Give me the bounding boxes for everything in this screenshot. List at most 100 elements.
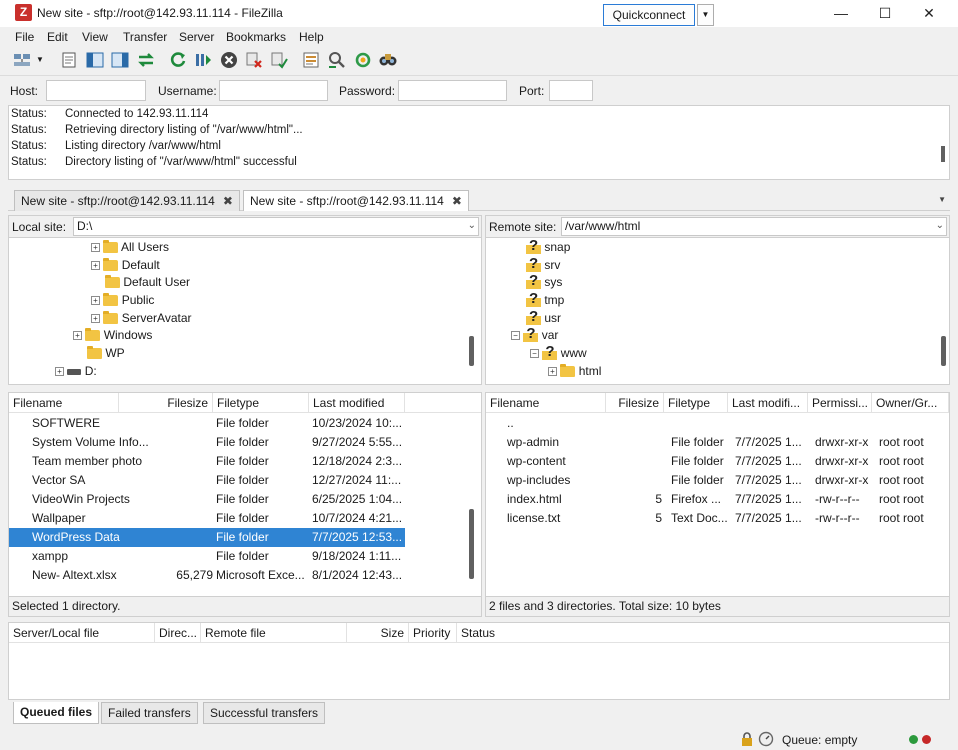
tabs-dropdown-icon[interactable]: ▼ bbox=[938, 195, 946, 204]
remote-file-row[interactable]: wp-includes File folder 7/7/2025 1... drwxr… bbox=[486, 471, 949, 490]
col-filesize[interactable]: Filesize bbox=[606, 393, 664, 413]
local-tree-item[interactable]: + D: bbox=[55, 363, 97, 380]
port-input[interactable] bbox=[549, 80, 593, 101]
col-status[interactable]: Status bbox=[457, 623, 557, 643]
col-filename[interactable]: Filename bbox=[9, 393, 119, 413]
local-file-row[interactable]: XNew- Altext.xlsx65,279Microsoft Exce...… bbox=[9, 566, 405, 585]
remote-file-row[interactable]: wp-admin File folder 7/7/2025 1... drwxr-xr… bbox=[486, 433, 949, 452]
speed-limit-icon[interactable] bbox=[758, 731, 774, 747]
col-last-modified[interactable]: Last modifi... bbox=[728, 393, 808, 413]
username-input[interactable] bbox=[219, 80, 328, 101]
col-filetype[interactable]: Filetype bbox=[664, 393, 728, 413]
col-remote-file[interactable]: Remote file bbox=[201, 623, 347, 643]
tab-connection-2[interactable]: New site - sftp://root@142.93.11.114 ✖ bbox=[243, 190, 469, 211]
local-list-scrollbar[interactable] bbox=[469, 509, 474, 579]
minimize-button[interactable]: — bbox=[818, 0, 864, 27]
remote-file-row[interactable]: wp-content File folder 7/7/2025 1... drwxr-… bbox=[486, 452, 949, 471]
local-file-row[interactable]: SOFTWERE File folder 10/23/2024 10:... bbox=[9, 414, 405, 433]
remote-path-input[interactable]: /var/www/html bbox=[561, 217, 947, 236]
maximize-button[interactable]: ☐ bbox=[862, 0, 908, 27]
menu-edit[interactable]: Edit bbox=[47, 30, 68, 44]
tab-connection-1[interactable]: New site - sftp://root@142.93.11.114 ✖ bbox=[14, 190, 240, 211]
menu-file[interactable]: File bbox=[15, 30, 34, 44]
remote-tree-item[interactable]: − ? www bbox=[530, 343, 587, 362]
col-filename[interactable]: Filename bbox=[486, 393, 606, 413]
tab-successful-transfers[interactable]: Successful transfers bbox=[203, 702, 326, 724]
remote-tree-item[interactable]: ? snap bbox=[526, 237, 570, 256]
quickconnect-history-dropdown[interactable]: ▼ bbox=[697, 4, 714, 26]
local-tree-item[interactable]: WP bbox=[87, 345, 125, 362]
local-file-row[interactable]: Vector SA File folder 12/27/2024 11:... bbox=[9, 471, 405, 490]
local-file-row[interactable]: VideoWin Projects File folder 6/25/2025 1:… bbox=[9, 490, 405, 509]
filter-icon[interactable] bbox=[301, 50, 321, 70]
tab-close-icon[interactable]: ✖ bbox=[223, 191, 233, 211]
dropdown-arrow-icon[interactable]: ▼ bbox=[36, 50, 46, 70]
menu-bookmarks[interactable]: Bookmarks bbox=[226, 30, 286, 44]
col-filetype[interactable]: Filetype bbox=[213, 393, 309, 413]
local-tree-scrollbar[interactable] bbox=[469, 336, 474, 366]
close-button[interactable]: ✕ bbox=[906, 0, 952, 27]
local-file-row[interactable]: System Volume Info... File folder 9/27/202… bbox=[9, 433, 405, 452]
local-tree-icon[interactable] bbox=[85, 50, 105, 70]
local-tree-item[interactable]: + All Users bbox=[91, 239, 169, 256]
remote-file-row[interactable]: index.html 5 Firefox ... 7/7/2025 1... -rw-r… bbox=[486, 490, 949, 509]
col-server-local-file[interactable]: Server/Local file bbox=[9, 623, 155, 643]
sync-browse-icon[interactable] bbox=[353, 50, 373, 70]
expand-icon[interactable]: + bbox=[91, 261, 100, 271]
remote-tree-item[interactable]: ? tmp bbox=[526, 290, 564, 309]
expand-icon[interactable]: + bbox=[548, 367, 557, 377]
col-priority[interactable]: Priority bbox=[409, 623, 457, 643]
remote-file-row[interactable]: .. bbox=[486, 414, 949, 433]
local-tree-item[interactable]: Default User bbox=[105, 274, 190, 291]
local-file-row[interactable]: Team member photo File folder 12/18/2024 2… bbox=[9, 452, 405, 471]
remote-tree-item[interactable]: ? sys bbox=[526, 272, 562, 291]
col-direction[interactable]: Direc... bbox=[155, 623, 201, 643]
search-icon[interactable] bbox=[378, 50, 398, 70]
local-tree-item[interactable]: + Windows bbox=[73, 327, 152, 344]
compare-icon[interactable] bbox=[327, 50, 347, 70]
expand-icon[interactable]: + bbox=[73, 331, 82, 341]
col-permissions[interactable]: Permissi... bbox=[808, 393, 872, 413]
local-tree-item[interactable]: + Default bbox=[91, 257, 160, 274]
menu-server[interactable]: Server bbox=[179, 30, 214, 44]
col-last-modified[interactable]: Last modified bbox=[309, 393, 405, 413]
local-file-row[interactable]: xampp File folder 9/18/2024 1:11... bbox=[9, 547, 405, 566]
expand-icon[interactable]: + bbox=[91, 314, 100, 324]
message-log-icon[interactable] bbox=[59, 50, 79, 70]
remote-tree-icon[interactable] bbox=[110, 50, 130, 70]
tab-close-icon[interactable]: ✖ bbox=[452, 191, 462, 211]
remote-tree-item[interactable]: − ? var bbox=[511, 325, 558, 344]
site-manager-icon[interactable] bbox=[12, 50, 32, 70]
chevron-down-icon[interactable]: ⌄ bbox=[936, 220, 944, 231]
process-queue-icon[interactable] bbox=[193, 50, 213, 70]
disconnect-icon[interactable] bbox=[244, 50, 264, 70]
menu-view[interactable]: View bbox=[82, 30, 108, 44]
expand-icon[interactable]: + bbox=[55, 367, 64, 377]
local-tree-item[interactable]: + ServerAvatar bbox=[91, 310, 192, 327]
reconnect-icon[interactable] bbox=[269, 50, 289, 70]
log-scrollbar[interactable] bbox=[941, 146, 945, 162]
remote-tree-scrollbar[interactable] bbox=[941, 336, 946, 366]
quickconnect-button[interactable]: Quickconnect bbox=[603, 4, 695, 26]
transfer-queue[interactable]: Server/Local file Direc... Remote file S… bbox=[8, 622, 950, 700]
message-log[interactable]: Status: Connected to 142.93.11.114 Status… bbox=[8, 105, 950, 180]
password-input[interactable] bbox=[398, 80, 507, 101]
chevron-down-icon[interactable]: ⌄ bbox=[468, 220, 476, 231]
menu-transfer[interactable]: Transfer bbox=[123, 30, 167, 44]
refresh-icon[interactable] bbox=[168, 50, 188, 70]
tab-failed-transfers[interactable]: Failed transfers bbox=[101, 702, 198, 724]
expand-icon[interactable]: + bbox=[91, 243, 100, 253]
col-owner-group[interactable]: Owner/Gr... bbox=[872, 393, 949, 413]
expand-icon[interactable]: + bbox=[91, 296, 100, 306]
remote-tree-item[interactable]: + html bbox=[548, 363, 601, 380]
remote-file-row[interactable]: license.txt 5 Text Doc... 7/7/2025 1... -rw-… bbox=[486, 509, 949, 528]
col-size[interactable]: Size bbox=[347, 623, 409, 643]
host-input[interactable] bbox=[46, 80, 146, 101]
collapse-icon[interactable]: − bbox=[511, 331, 520, 341]
local-file-row[interactable]: Wallpaper File folder 10/7/2024 4:21... bbox=[9, 509, 405, 528]
local-tree-item[interactable]: + Public bbox=[91, 292, 154, 309]
local-file-row-selected[interactable]: WordPress Data File folder 7/7/2025 12:53.… bbox=[9, 528, 405, 547]
local-path-input[interactable]: D:\ bbox=[73, 217, 479, 236]
collapse-icon[interactable]: − bbox=[530, 349, 539, 359]
transfer-queue-icon[interactable] bbox=[136, 50, 156, 70]
